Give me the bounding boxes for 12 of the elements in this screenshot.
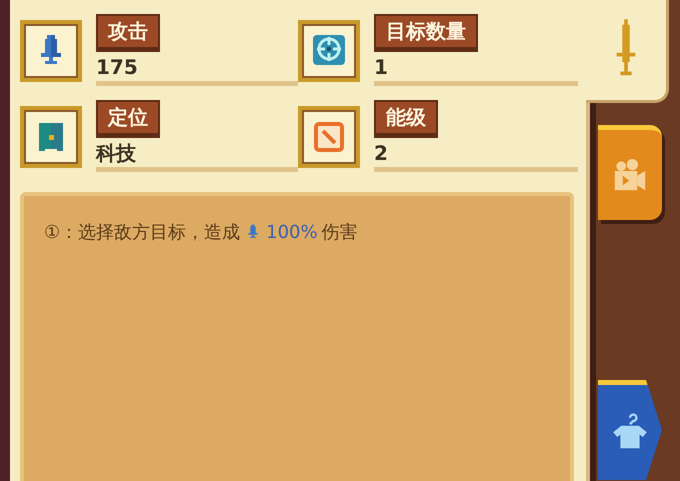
- damage-percent: 100%: [266, 222, 318, 242]
- stat-label: 目标数量: [374, 14, 478, 49]
- tab[interactable]: [598, 380, 662, 480]
- stat-value: 1: [374, 55, 388, 79]
- stat-label: 定位: [96, 100, 160, 135]
- stat-value: 175: [96, 55, 138, 79]
- stat-label: 能级: [374, 100, 438, 135]
- stat-value: 2: [374, 141, 388, 165]
- description-text: 伤害: [322, 221, 358, 244]
- description-text: ①：选择敌方目标，造成: [44, 221, 240, 244]
- stat-label: 攻击: [96, 14, 160, 49]
- stat-value: 科技: [96, 141, 136, 165]
